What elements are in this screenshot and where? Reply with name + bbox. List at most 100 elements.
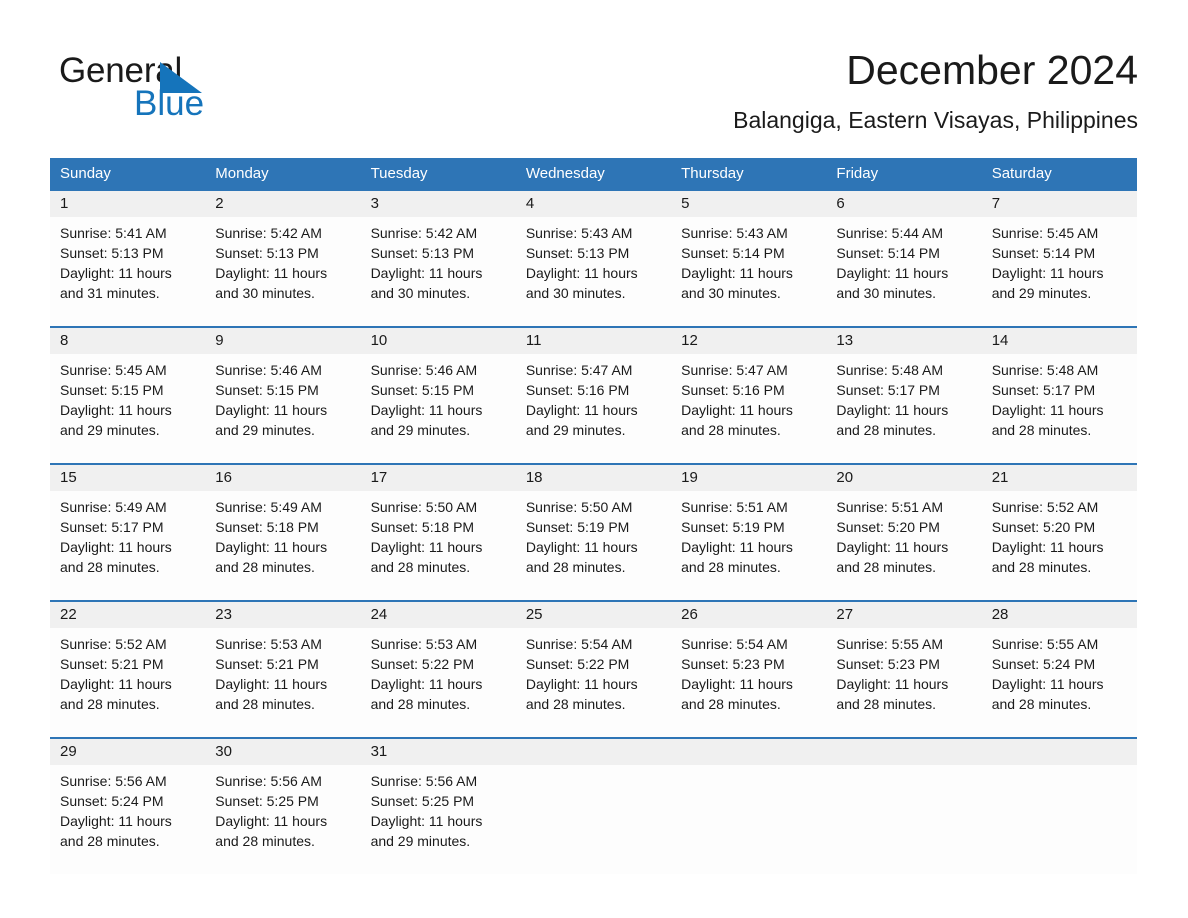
day-number[interactable]: 27 [826, 602, 981, 628]
day-detail-band: Sunrise: 5:52 AM Sunset: 5:21 PM Dayligh… [50, 628, 1137, 737]
day-number[interactable]: 30 [205, 739, 360, 765]
title-block: December 2024 Balangiga, Eastern Visayas… [733, 44, 1138, 134]
sunrise-text: Sunrise: 5:56 AM [215, 773, 322, 789]
day-cell[interactable]: Sunrise: 5:42 AM Sunset: 5:13 PM Dayligh… [205, 217, 360, 326]
day-number[interactable]: 23 [205, 602, 360, 628]
day-cell[interactable]: Sunrise: 5:48 AM Sunset: 5:17 PM Dayligh… [826, 354, 981, 463]
day-cell[interactable]: Sunrise: 5:50 AM Sunset: 5:19 PM Dayligh… [516, 491, 671, 600]
sunset-text: Sunset: 5:22 PM [525, 656, 630, 672]
day-cell[interactable]: Sunrise: 5:52 AM Sunset: 5:21 PM Dayligh… [50, 628, 205, 737]
sunrise-text: Sunrise: 5:47 AM [681, 362, 788, 378]
day-number[interactable]: 31 [361, 739, 516, 765]
weekday-header-row: Sunday Monday Tuesday Wednesday Thursday… [50, 158, 1137, 189]
day-cell[interactable]: Sunrise: 5:51 AM Sunset: 5:19 PM Dayligh… [671, 491, 826, 600]
date-number-band: 8 9 10 11 12 13 14 [50, 328, 1137, 354]
day-number[interactable]: 7 [982, 191, 1137, 217]
day-cell[interactable]: Sunrise: 5:47 AM Sunset: 5:16 PM Dayligh… [671, 354, 826, 463]
brand-word-blue: Blue [134, 84, 205, 123]
day-number[interactable]: 4 [516, 191, 671, 217]
sunset-text: Sunset: 5:24 PM [991, 656, 1096, 672]
sunset-text: Sunset: 5:19 PM [525, 519, 630, 535]
sunset-text: Sunset: 5:16 PM [681, 382, 785, 398]
day-number[interactable]: 21 [982, 465, 1137, 491]
day-detail-band: Sunrise: 5:41 AM Sunset: 5:13 PM Dayligh… [50, 217, 1137, 326]
day-number[interactable]: 28 [982, 602, 1137, 628]
day-number[interactable]: 8 [50, 328, 205, 354]
sunset-text: Sunset: 5:20 PM [836, 519, 940, 535]
day-number[interactable]: 18 [516, 465, 671, 491]
day-number-empty [671, 739, 826, 765]
sunset-text: Sunset: 5:25 PM [370, 793, 475, 809]
calendar-table: Sunday Monday Tuesday Wednesday Thursday… [50, 158, 1137, 874]
day-number[interactable]: 15 [50, 465, 205, 491]
day-number[interactable]: 11 [516, 328, 671, 354]
day-number[interactable]: 10 [361, 328, 516, 354]
sunset-text: Sunset: 5:15 PM [60, 382, 164, 398]
weekday-header-friday: Friday [836, 165, 879, 182]
day-number[interactable]: 12 [671, 328, 826, 354]
day-number[interactable]: 22 [50, 602, 205, 628]
day-cell[interactable]: Sunrise: 5:55 AM Sunset: 5:23 PM Dayligh… [826, 628, 981, 737]
day-cell[interactable]: Sunrise: 5:42 AM Sunset: 5:13 PM Dayligh… [361, 217, 516, 326]
calendar-week-row: 29 30 31 Sunrise: 5:56 AM Sunset: 5:24 P… [50, 737, 1137, 874]
day-number[interactable]: 16 [205, 465, 360, 491]
sunrise-text: Sunrise: 5:51 AM [681, 499, 788, 515]
day-cell[interactable]: Sunrise: 5:43 AM Sunset: 5:13 PM Dayligh… [516, 217, 671, 326]
sunset-text: Sunset: 5:25 PM [215, 793, 319, 809]
daylight-text: Daylight: 11 hours and 28 minutes. [370, 676, 483, 712]
day-cell[interactable]: Sunrise: 5:47 AM Sunset: 5:16 PM Dayligh… [516, 354, 671, 463]
sunrise-text: Sunrise: 5:41 AM [60, 225, 167, 241]
day-number[interactable]: 5 [671, 191, 826, 217]
day-number[interactable]: 6 [826, 191, 981, 217]
day-cell[interactable]: Sunrise: 5:48 AM Sunset: 5:17 PM Dayligh… [982, 354, 1137, 463]
day-cell[interactable]: Sunrise: 5:53 AM Sunset: 5:22 PM Dayligh… [361, 628, 516, 737]
sunset-text: Sunset: 5:21 PM [215, 656, 319, 672]
day-cell[interactable]: Sunrise: 5:46 AM Sunset: 5:15 PM Dayligh… [205, 354, 360, 463]
daylight-text: Daylight: 11 hours and 29 minutes. [525, 402, 638, 438]
page-title: December 2024 [846, 47, 1138, 93]
day-number[interactable]: 20 [826, 465, 981, 491]
sunset-text: Sunset: 5:17 PM [836, 382, 940, 398]
day-cell[interactable]: Sunrise: 5:45 AM Sunset: 5:14 PM Dayligh… [982, 217, 1137, 326]
day-cell[interactable]: Sunrise: 5:56 AM Sunset: 5:25 PM Dayligh… [361, 765, 516, 874]
day-cell[interactable]: Sunrise: 5:51 AM Sunset: 5:20 PM Dayligh… [826, 491, 981, 600]
sunset-text: Sunset: 5:19 PM [681, 519, 785, 535]
day-number[interactable]: 2 [205, 191, 360, 217]
sunrise-text: Sunrise: 5:50 AM [525, 499, 633, 515]
day-cell[interactable]: Sunrise: 5:54 AM Sunset: 5:22 PM Dayligh… [516, 628, 671, 737]
day-number[interactable]: 24 [361, 602, 516, 628]
day-cell[interactable]: Sunrise: 5:50 AM Sunset: 5:18 PM Dayligh… [361, 491, 516, 600]
calendar-week-row: 22 23 24 25 26 27 28 Sunrise: 5:52 AM Su… [50, 600, 1137, 737]
day-cell[interactable]: Sunrise: 5:53 AM Sunset: 5:21 PM Dayligh… [205, 628, 360, 737]
day-cell[interactable]: Sunrise: 5:49 AM Sunset: 5:18 PM Dayligh… [205, 491, 360, 600]
daylight-text: Daylight: 11 hours and 28 minutes. [681, 402, 793, 438]
day-number[interactable]: 25 [516, 602, 671, 628]
day-number[interactable]: 17 [361, 465, 516, 491]
day-number[interactable]: 9 [205, 328, 360, 354]
day-number[interactable]: 3 [361, 191, 516, 217]
sunrise-text: Sunrise: 5:53 AM [370, 636, 478, 652]
day-number[interactable]: 19 [671, 465, 826, 491]
day-cell[interactable]: Sunrise: 5:56 AM Sunset: 5:24 PM Dayligh… [50, 765, 205, 874]
day-detail-band: Sunrise: 5:45 AM Sunset: 5:15 PM Dayligh… [50, 354, 1137, 463]
day-cell[interactable]: Sunrise: 5:55 AM Sunset: 5:24 PM Dayligh… [982, 628, 1137, 737]
day-number[interactable]: 14 [982, 328, 1137, 354]
sunset-text: Sunset: 5:21 PM [60, 656, 164, 672]
day-cell[interactable]: Sunrise: 5:49 AM Sunset: 5:17 PM Dayligh… [50, 491, 205, 600]
day-number[interactable]: 1 [50, 191, 205, 217]
day-number[interactable]: 13 [826, 328, 981, 354]
day-number[interactable]: 29 [50, 739, 205, 765]
day-cell[interactable]: Sunrise: 5:46 AM Sunset: 5:15 PM Dayligh… [361, 354, 516, 463]
day-cell[interactable]: Sunrise: 5:43 AM Sunset: 5:14 PM Dayligh… [671, 217, 826, 326]
day-cell[interactable]: Sunrise: 5:41 AM Sunset: 5:13 PM Dayligh… [50, 217, 205, 326]
day-cell[interactable]: Sunrise: 5:54 AM Sunset: 5:23 PM Dayligh… [671, 628, 826, 737]
sunrise-text: Sunrise: 5:51 AM [836, 499, 944, 515]
day-cell[interactable]: Sunrise: 5:56 AM Sunset: 5:25 PM Dayligh… [205, 765, 360, 874]
day-cell[interactable]: Sunrise: 5:45 AM Sunset: 5:15 PM Dayligh… [50, 354, 205, 463]
day-cell[interactable]: Sunrise: 5:44 AM Sunset: 5:14 PM Dayligh… [826, 217, 981, 326]
day-number[interactable]: 26 [671, 602, 826, 628]
daylight-text: Daylight: 11 hours and 29 minutes. [370, 402, 483, 438]
sunrise-text: Sunrise: 5:43 AM [681, 225, 788, 241]
day-cell[interactable]: Sunrise: 5:52 AM Sunset: 5:20 PM Dayligh… [982, 491, 1137, 600]
weekday-header-wednesday: Wednesday [525, 165, 605, 182]
